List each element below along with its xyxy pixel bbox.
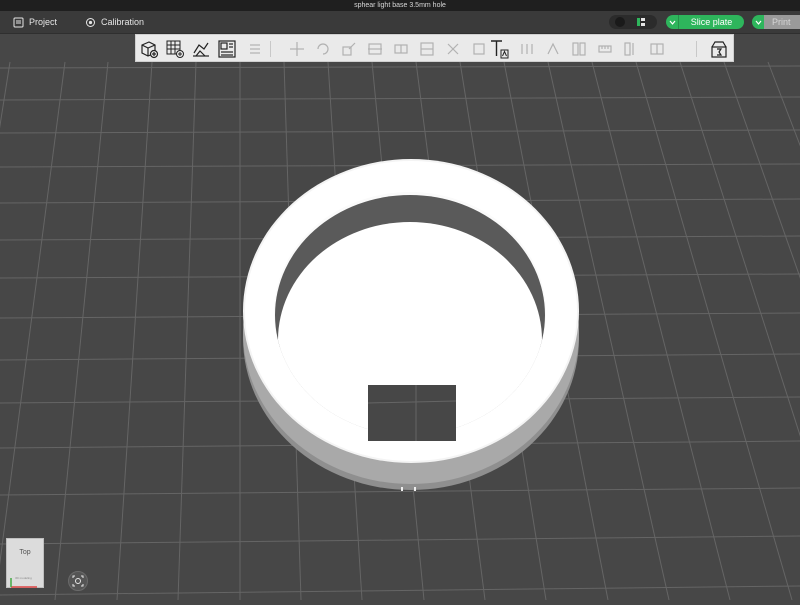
view-cube[interactable]: Top 3D modeling — [6, 538, 44, 588]
lay-on-face-icon — [394, 44, 408, 54]
cut-icon — [368, 43, 382, 55]
zoom-fit-icon — [72, 575, 84, 587]
cut-tool[interactable] — [364, 38, 386, 60]
variable-layer-icon — [447, 43, 459, 55]
chevron-down-icon — [669, 20, 675, 25]
add-plate-icon — [166, 40, 184, 58]
chevron-down-icon — [755, 20, 761, 25]
add-cube-icon — [141, 41, 159, 59]
print-label: Print — [764, 15, 800, 29]
mesh-repair-tool[interactable] — [468, 38, 490, 60]
measure-icon — [598, 45, 612, 53]
seam-paint-tool[interactable] — [542, 38, 564, 60]
auto-orient-tool[interactable] — [190, 38, 212, 60]
zoom-to-fit-button[interactable] — [68, 571, 88, 591]
measure-tool[interactable] — [594, 38, 616, 60]
text-tool-icon — [491, 40, 509, 59]
lay-on-face-tool[interactable] — [390, 38, 412, 60]
split-objects-tool[interactable] — [244, 38, 266, 60]
calibration-menu-button[interactable]: Calibration — [85, 11, 144, 33]
text-tool[interactable] — [488, 38, 510, 60]
layers-tool[interactable] — [620, 38, 642, 60]
3d-model-ring[interactable] — [243, 159, 579, 491]
move-icon — [290, 42, 304, 56]
print-button[interactable]: Print — [752, 15, 800, 29]
assembly-view-tool[interactable] — [708, 38, 730, 60]
layers-icon — [624, 42, 634, 56]
scale-icon — [342, 42, 356, 56]
support-paint-tool[interactable] — [516, 38, 538, 60]
arrange-icon — [218, 40, 236, 58]
build-plate-scene — [0, 34, 800, 601]
project-icon — [13, 17, 24, 27]
color-paint-icon — [572, 42, 586, 56]
layout-icon — [637, 18, 645, 26]
assembly-view-icon — [711, 41, 727, 58]
emboss-tool[interactable] — [646, 38, 668, 60]
support-paint-icon — [521, 44, 533, 54]
rotate-tool[interactable] — [312, 38, 334, 60]
toolbar-separator — [270, 41, 271, 57]
seam-paint-icon — [547, 42, 559, 55]
scale-tool[interactable] — [338, 38, 360, 60]
arrange-tool[interactable] — [216, 38, 238, 60]
main-menu-bar: Project Calibration Slice plate Print — [0, 11, 800, 34]
emboss-icon — [650, 43, 664, 55]
project-menu-label: Project — [29, 17, 58, 27]
print-dropdown-toggle[interactable] — [752, 15, 764, 29]
add-plate-tool[interactable] — [164, 38, 186, 60]
boolean-icon — [420, 42, 434, 56]
move-tool[interactable] — [286, 38, 308, 60]
3d-viewport[interactable] — [0, 34, 800, 601]
slice-plate-button[interactable]: Slice plate — [666, 15, 744, 29]
view-toggle-switch[interactable] — [609, 15, 657, 29]
object-toolbar — [135, 34, 734, 62]
calibration-icon — [86, 17, 95, 27]
window-title-bar: sphear light base 3.5mm hole — [0, 0, 800, 11]
window-title: sphear light base 3.5mm hole — [354, 2, 446, 9]
split-objects-icon — [250, 44, 260, 54]
calibration-menu-label: Calibration — [101, 17, 145, 27]
project-menu-button[interactable]: Project — [13, 11, 57, 33]
slice-dropdown-toggle[interactable] — [666, 15, 679, 29]
boolean-tool[interactable] — [416, 38, 438, 60]
rotate-icon — [317, 43, 329, 55]
view-cube-face-label: Top — [19, 549, 31, 556]
axis-indicator-icon — [10, 578, 37, 588]
mesh-repair-icon — [473, 43, 485, 55]
toolbar-separator — [696, 41, 697, 57]
color-paint-tool[interactable] — [568, 38, 590, 60]
auto-orient-icon — [193, 42, 209, 57]
add-cube-tool[interactable] — [138, 38, 160, 60]
variable-layer-tool[interactable] — [442, 38, 464, 60]
toggle-knob — [615, 17, 625, 27]
slice-plate-label: Slice plate — [690, 17, 733, 27]
